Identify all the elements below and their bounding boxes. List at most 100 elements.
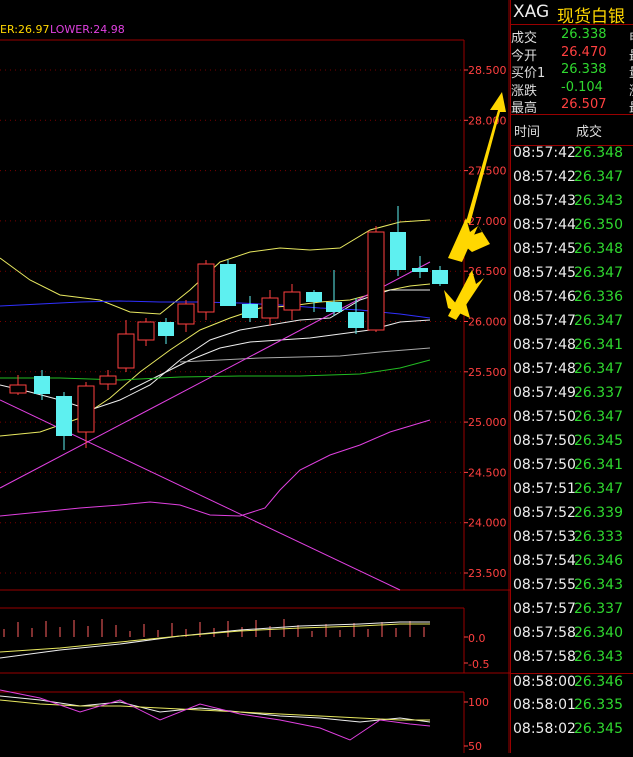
tick-time: 08:57:50 xyxy=(513,433,576,449)
tick-price: 26.345 xyxy=(574,433,623,449)
tick-time: 08:57:58 xyxy=(513,625,576,641)
macd-histogram xyxy=(3,619,425,637)
quote-extra: 申 xyxy=(629,27,633,46)
tick-row[interactable]: 08:57:44 26.350 xyxy=(510,217,633,241)
tick-row[interactable]: 08:57:42 26.347 xyxy=(510,169,633,193)
tick-time: 08:57:47 xyxy=(513,313,576,329)
candles xyxy=(9,206,448,450)
tick-price: 26.337 xyxy=(574,385,623,401)
tick-price: 26.336 xyxy=(574,289,623,305)
candle xyxy=(261,297,279,319)
quote-row: 涨跌 -0.104 涨 xyxy=(510,79,633,99)
price-axis-label: 25.500 xyxy=(468,366,507,379)
tick-row[interactable]: 08:57:47 26.347 xyxy=(510,313,633,337)
ticks-header-price: 成交 xyxy=(576,125,603,140)
tick-price: 26.347 xyxy=(574,169,623,185)
tick-row[interactable]: 08:57:43 26.343 xyxy=(510,193,633,217)
candle xyxy=(432,270,448,284)
candle xyxy=(77,385,95,433)
tick-time: 08:57:53 xyxy=(513,529,576,545)
symbol-name: 现货白银 xyxy=(557,7,625,27)
tick-row[interactable]: 08:57:46 26.336 xyxy=(510,289,633,313)
tick-row[interactable]: 08:57:45 26.347 xyxy=(510,265,633,289)
chart-canvas[interactable]: ER:26.97 LOWER:24.98 28.500 28.000 27.500 2… xyxy=(0,0,510,753)
tick-row[interactable]: 08:58:02 26.345 xyxy=(510,721,633,745)
quote-extra: 涨 xyxy=(629,80,633,99)
macd-axis-label-1: -0.5 xyxy=(468,658,489,671)
tick-row[interactable]: 08:58:00 26.346 xyxy=(510,673,633,698)
indicator-lower-label: LOWER:24.98 xyxy=(50,23,125,36)
tick-row[interactable]: 08:57:50 26.345 xyxy=(510,433,633,457)
price-axis-label: 23.500 xyxy=(468,567,507,580)
quote-panel: XAG 现货白银 成交 26.338 申今开 26.470 最买价1 26.338 量涨跌 -… xyxy=(510,0,633,753)
tick-row[interactable]: 08:57:42 26.348 xyxy=(510,145,633,169)
candle xyxy=(158,322,174,336)
price-axis-label: 27.000 xyxy=(468,215,507,228)
tick-time: 08:58:00 xyxy=(513,674,576,690)
tick-row[interactable]: 08:57:48 26.341 xyxy=(510,337,633,361)
tick-price: 26.347 xyxy=(574,481,623,497)
candlestick-chart[interactable]: ER:26.97 LOWER:24.98 28.500 28.000 27.500 2… xyxy=(0,0,510,753)
tick-price: 26.347 xyxy=(574,409,623,425)
tick-price: 26.335 xyxy=(574,697,623,713)
indicator-upper-label: ER:26.97 xyxy=(0,23,49,36)
tick-row[interactable]: 08:57:53 26.333 xyxy=(510,529,633,553)
candle xyxy=(283,291,301,311)
tick-price: 26.350 xyxy=(574,217,623,233)
quote-label: 成交 xyxy=(511,31,538,46)
candle xyxy=(34,376,50,394)
tick-price: 26.346 xyxy=(574,553,623,569)
ma-white2-line xyxy=(129,319,431,391)
tick-row[interactable]: 08:57:57 26.337 xyxy=(510,601,633,625)
tick-time: 08:57:42 xyxy=(513,169,576,185)
tick-row[interactable]: 08:57:58 26.340 xyxy=(510,625,633,649)
candle xyxy=(137,321,155,341)
quote-value: 26.507 xyxy=(561,97,607,113)
tick-row[interactable]: 08:57:54 26.346 xyxy=(510,553,633,577)
macd-axis-label-0: 0.0 xyxy=(468,632,486,645)
tick-time: 08:57:45 xyxy=(513,241,576,257)
tick-row[interactable]: 08:57:45 26.348 xyxy=(510,241,633,265)
quote-extra: 量 xyxy=(629,62,633,81)
tick-time: 08:57:50 xyxy=(513,409,576,425)
tick-time: 08:57:58 xyxy=(513,649,576,665)
quote-value: 26.470 xyxy=(561,44,607,60)
kdj-axis-label-1: 50 xyxy=(468,740,482,753)
quote-row: 最高26.507最 xyxy=(510,97,633,116)
price-axis-label: 28.000 xyxy=(468,114,507,127)
quote-value: 26.338 xyxy=(561,27,607,42)
quote-value: 26.338 xyxy=(561,62,607,78)
tick-row[interactable]: 08:57:50 26.347 xyxy=(510,409,633,433)
quote-row: 买价1 26.338 量 xyxy=(510,62,633,81)
kdj-j-line xyxy=(0,689,431,741)
quote-label: 今开 xyxy=(511,48,538,64)
tick-time: 08:58:02 xyxy=(513,721,576,737)
tick-row[interactable]: 08:57:49 26.337 xyxy=(510,385,633,409)
symbol-code: XAG xyxy=(513,2,550,22)
ticks-header: 时间 成交 xyxy=(510,114,633,146)
tick-row[interactable]: 08:57:48 26.347 xyxy=(510,361,633,385)
macd-dea-line xyxy=(0,623,430,653)
ma-gray-line xyxy=(179,347,431,363)
tick-price: 26.347 xyxy=(574,361,623,377)
quote-value: -0.104 xyxy=(561,79,603,95)
candle xyxy=(99,375,117,385)
tick-price: 26.339 xyxy=(574,505,623,521)
price-grid xyxy=(0,69,464,574)
candle xyxy=(197,263,215,313)
tick-row[interactable]: 08:57:58 26.343 xyxy=(510,649,633,673)
ma-green-line xyxy=(0,359,431,381)
tick-row[interactable]: 08:57:51 26.347 xyxy=(510,481,633,505)
tick-row[interactable]: 08:57:50 26.341 xyxy=(510,457,633,481)
tick-price: 26.345 xyxy=(574,721,623,737)
tick-time: 08:57:48 xyxy=(513,361,576,377)
tick-price: 26.346 xyxy=(574,674,623,690)
quote-row: 今开 26.470 最 xyxy=(510,44,633,64)
tick-row[interactable]: 08:58:01 26.335 xyxy=(510,697,633,721)
tick-price: 26.348 xyxy=(574,145,623,161)
tick-row[interactable]: 08:57:52 26.339 xyxy=(510,505,633,529)
tick-price: 26.343 xyxy=(574,193,623,209)
price-axis-label: 28.500 xyxy=(468,64,507,77)
tick-time: 08:57:42 xyxy=(513,145,576,161)
tick-row[interactable]: 08:57:55 26.343 xyxy=(510,577,633,601)
